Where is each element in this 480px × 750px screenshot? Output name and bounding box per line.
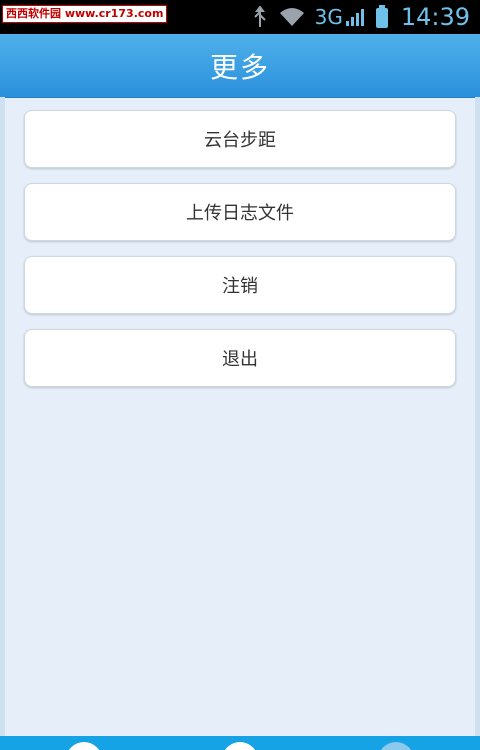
network-type-label: 3G <box>314 5 343 29</box>
watermark: 西西软件园 www.cr173.com <box>2 5 168 23</box>
menu-item-exit[interactable]: 退出 <box>24 329 456 387</box>
usb-debug-icon <box>251 6 269 28</box>
signal-icon <box>345 7 365 27</box>
battery-icon <box>375 5 389 29</box>
menu-item-label: 注销 <box>222 276 258 297</box>
tab-icon[interactable] <box>378 742 414 750</box>
frame-left <box>0 97 5 737</box>
bottom-tab-bar <box>0 736 480 750</box>
menu-item-ptz-step[interactable]: 云台步距 <box>24 110 456 168</box>
menu-list: 云台步距 上传日志文件 注销 退出 <box>24 110 456 402</box>
title-bar: 更多 <box>0 34 480 98</box>
frame-right <box>475 97 480 737</box>
menu-item-label: 云台步距 <box>204 130 276 151</box>
tab-icon[interactable] <box>222 742 258 750</box>
wifi-icon <box>279 7 305 27</box>
menu-item-logout[interactable]: 注销 <box>24 256 456 314</box>
page-title: 更多 <box>209 50 270 84</box>
status-time: 14:39 <box>400 3 470 31</box>
menu-item-label: 退出 <box>222 349 258 370</box>
menu-item-upload-log[interactable]: 上传日志文件 <box>24 183 456 241</box>
tab-icon[interactable] <box>66 742 102 750</box>
menu-item-label: 上传日志文件 <box>186 203 294 224</box>
